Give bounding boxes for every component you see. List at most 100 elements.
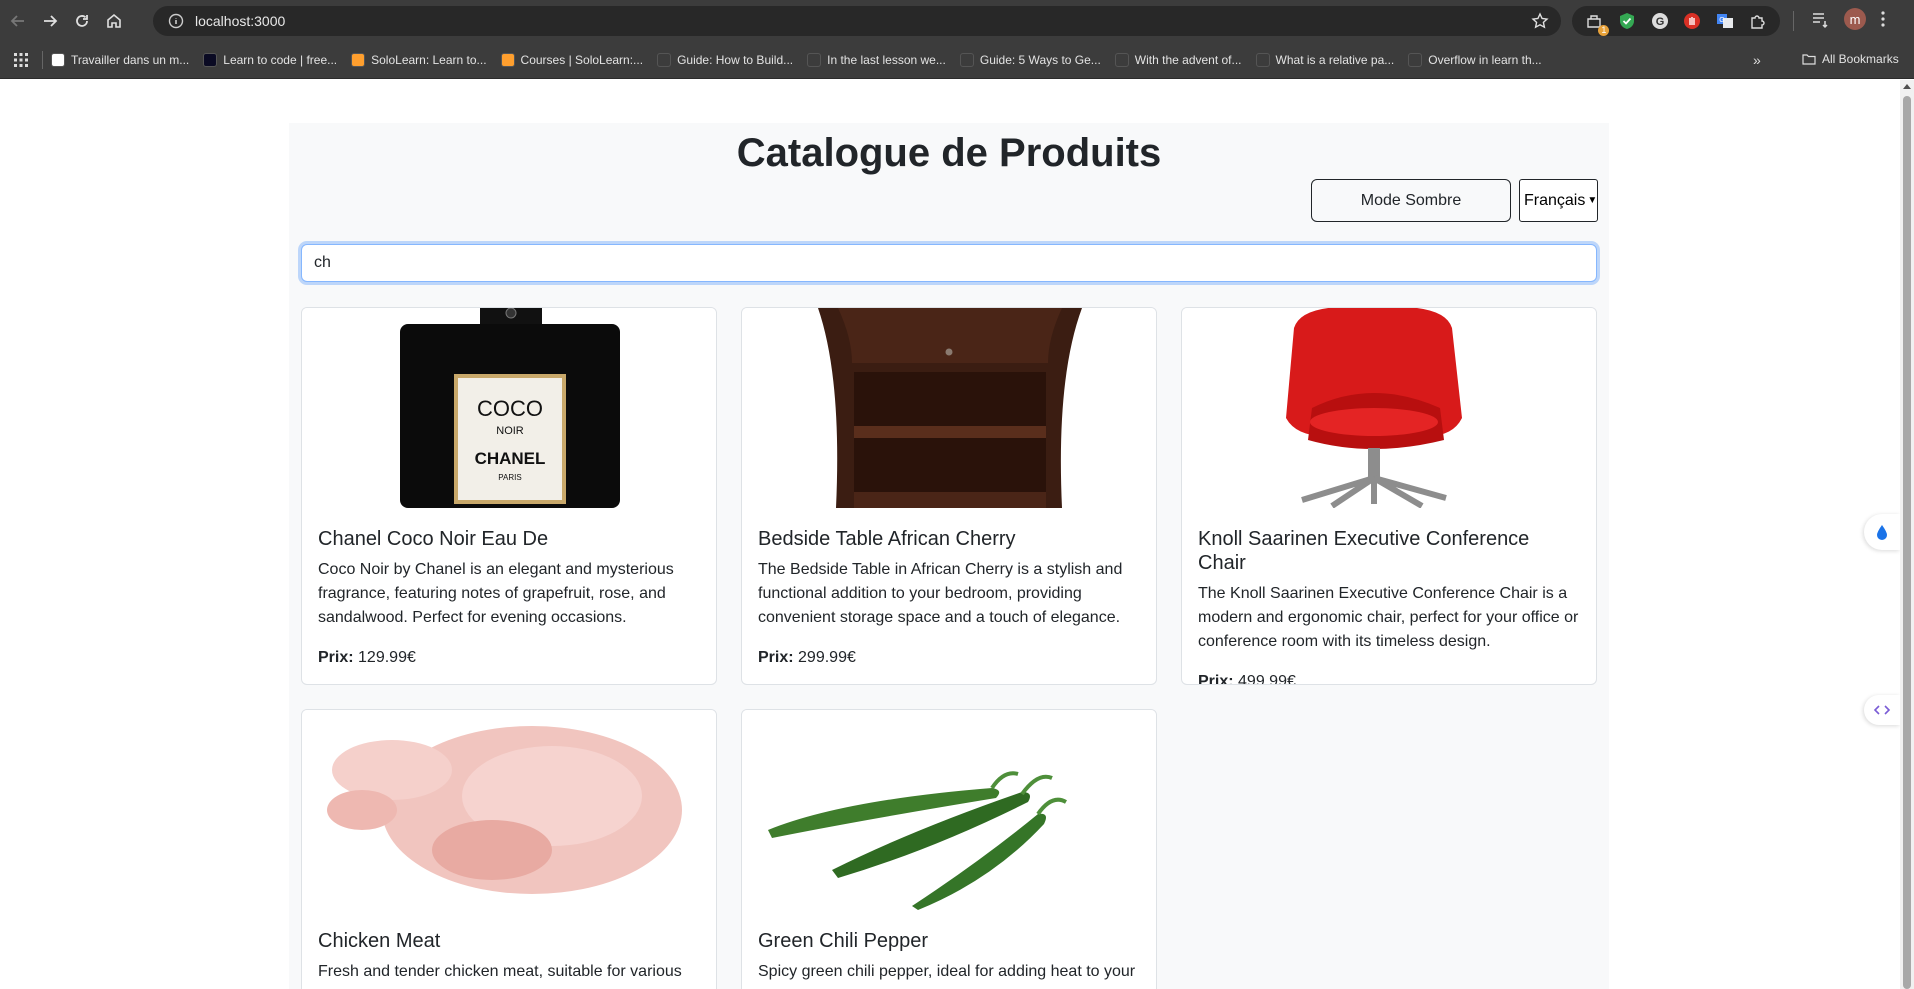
price-value: 299.99€ xyxy=(798,649,856,666)
language-select[interactable]: Français ▼ xyxy=(1519,179,1598,222)
product-image-raw-chicken xyxy=(302,710,716,910)
scrollbar-thumb[interactable] xyxy=(1903,96,1911,989)
bookmark-item[interactable]: SoloLearn: Learn to... xyxy=(351,53,487,67)
bookmark-item[interactable]: Guide: How to Build... xyxy=(657,53,793,67)
home-button[interactable] xyxy=(100,7,128,35)
site-info-icon[interactable] xyxy=(161,6,191,36)
shield-extension-icon[interactable] xyxy=(1617,11,1637,31)
perfume-label-line3: CHANEL xyxy=(475,449,546,468)
product-image-bedside-table xyxy=(742,308,1156,508)
all-bookmarks-folder[interactable]: All Bookmarks xyxy=(1802,52,1899,66)
bookmark-favicon-icon xyxy=(1255,53,1270,67)
chevron-down-icon: ▼ xyxy=(1587,195,1598,206)
bookmark-label: Learn to code | free... xyxy=(223,53,338,67)
bookmark-label: Overflow in learn th... xyxy=(1428,53,1542,67)
forward-arrow-icon xyxy=(44,15,58,27)
bookmark-favicon-icon xyxy=(807,53,822,67)
product-price: Prix: 499.99€ xyxy=(1198,670,1580,685)
page-title: Catalogue de Produits xyxy=(736,131,1162,175)
svg-text:G: G xyxy=(1719,17,1724,24)
language-selected-value: Français xyxy=(1524,191,1586,209)
product-card[interactable]: Chicken Meat Fresh and tender chicken me… xyxy=(301,709,717,989)
scroll-up-arrow[interactable] xyxy=(1903,84,1911,89)
more-bookmarks-chevron[interactable]: » xyxy=(1753,52,1761,68)
product-title: Knoll Saarinen Executive Conference Chai… xyxy=(1198,528,1530,574)
reload-icon xyxy=(76,15,88,27)
apps-grid-icon[interactable] xyxy=(8,47,34,73)
bookmark-item[interactable]: Overflow in learn th... xyxy=(1408,53,1542,67)
side-assistant-button[interactable] xyxy=(1864,514,1900,550)
bookmark-favicon-icon xyxy=(1408,53,1423,67)
product-description: The Bedside Table in African Cherry is a… xyxy=(758,561,1123,626)
product-description: The Knoll Saarinen Executive Conference … xyxy=(1198,585,1579,650)
puzzle-icon[interactable] xyxy=(1748,11,1768,31)
product-description: Fresh and tender chicken meat, suitable … xyxy=(318,963,682,980)
translate-icon[interactable]: G xyxy=(1715,11,1735,31)
bookmark-item[interactable]: What is a relative pa... xyxy=(1255,53,1395,67)
perfume-label-line4: PARIS xyxy=(498,473,521,482)
water-drop-icon xyxy=(1877,525,1887,540)
bookmark-item[interactable]: Travailler dans un m... xyxy=(51,53,189,67)
search-input[interactable]: ch xyxy=(301,244,1597,282)
folder-icon xyxy=(1802,54,1816,65)
back-arrow-icon xyxy=(10,15,24,27)
product-image-perfume: COCO NOIR CHANEL PARIS xyxy=(302,308,716,508)
menu-dots-icon[interactable] xyxy=(1880,10,1886,28)
forward-button[interactable] xyxy=(36,7,64,35)
page-viewport: Catalogue de Produits Mode Sombre França… xyxy=(0,80,1900,989)
bookmark-label: In the last lesson we... xyxy=(827,53,946,67)
bookmark-item[interactable]: With the advent of... xyxy=(1114,53,1242,67)
bookmark-label: What is a relative pa... xyxy=(1275,53,1395,67)
bookmark-favicon-icon xyxy=(500,53,515,67)
search-input-value: ch xyxy=(314,254,331,271)
grammarly-icon[interactable]: G xyxy=(1650,11,1670,31)
bookmark-favicon-icon xyxy=(657,53,672,67)
dark-mode-button[interactable]: Mode Sombre xyxy=(1311,179,1511,222)
bookmark-favicon-icon xyxy=(351,53,366,67)
reading-list-icon[interactable] xyxy=(1810,9,1830,29)
price-value: 499.99€ xyxy=(1238,673,1296,685)
bookmark-star-icon[interactable] xyxy=(1531,12,1549,30)
bookmark-label: Travailler dans un m... xyxy=(71,53,190,67)
product-description: Spicy green chili pepper, ideal for addi… xyxy=(758,963,1136,980)
product-card[interactable]: Bedside Table African Cherry The Bedside… xyxy=(741,307,1157,685)
reload-button[interactable] xyxy=(68,7,96,35)
extension-icon[interactable]: 1 xyxy=(1584,11,1610,36)
bookmarks-divider xyxy=(42,51,43,69)
product-image-green-chili xyxy=(742,710,1156,910)
price-value: 129.99€ xyxy=(358,649,416,666)
hand-extension-icon[interactable] xyxy=(1682,11,1702,31)
product-title: Bedside Table African Cherry xyxy=(758,528,1016,550)
extensions-group: 1 G G xyxy=(1572,6,1780,36)
bookmark-label: Guide: 5 Ways to Ge... xyxy=(979,53,1101,67)
bookmark-favicon-icon xyxy=(1114,53,1129,67)
bookmark-label: Guide: How to Build... xyxy=(677,53,794,67)
product-title: Chicken Meat xyxy=(318,930,441,952)
code-icon xyxy=(1873,705,1891,715)
perfume-label-line2: NOIR xyxy=(496,425,524,437)
product-price: Prix: 299.99€ xyxy=(758,646,1140,670)
page-scrollbar[interactable] xyxy=(1900,80,1914,989)
toolbar-separator xyxy=(1793,11,1794,31)
bookmark-label: With the advent of... xyxy=(1134,53,1242,67)
bookmark-item[interactable]: Learn to code | free... xyxy=(203,53,337,67)
bookmark-item[interactable]: Courses | SoloLearn:... xyxy=(500,53,643,67)
url-text: localhost:3000 xyxy=(195,13,286,29)
product-description: Coco Noir by Chanel is an elegant and my… xyxy=(318,561,674,626)
price-label: Prix: xyxy=(758,649,794,666)
side-code-button[interactable] xyxy=(1864,695,1900,725)
bookmark-item[interactable]: Guide: 5 Ways to Ge... xyxy=(959,53,1101,67)
bookmark-item[interactable]: In the last lesson we... xyxy=(807,53,946,67)
product-card[interactable]: Green Chili Pepper Spicy green chili pep… xyxy=(741,709,1157,989)
bookmark-favicon-icon xyxy=(203,53,218,67)
product-card[interactable]: Knoll Saarinen Executive Conference Chai… xyxy=(1181,307,1597,685)
back-button[interactable] xyxy=(4,7,32,35)
product-title: Green Chili Pepper xyxy=(758,930,929,952)
toolbar-right: m xyxy=(1810,8,1886,30)
address-bar[interactable]: localhost:3000 xyxy=(153,6,1561,36)
all-bookmarks-label: All Bookmarks xyxy=(1822,52,1899,66)
profile-avatar[interactable]: m xyxy=(1844,8,1866,30)
perfume-label-line1: COCO xyxy=(477,396,543,421)
bookmark-list: Travailler dans un m... Learn to code | f… xyxy=(51,53,1556,67)
product-card[interactable]: COCO NOIR CHANEL PARIS Chanel Coco Noir … xyxy=(301,307,717,685)
